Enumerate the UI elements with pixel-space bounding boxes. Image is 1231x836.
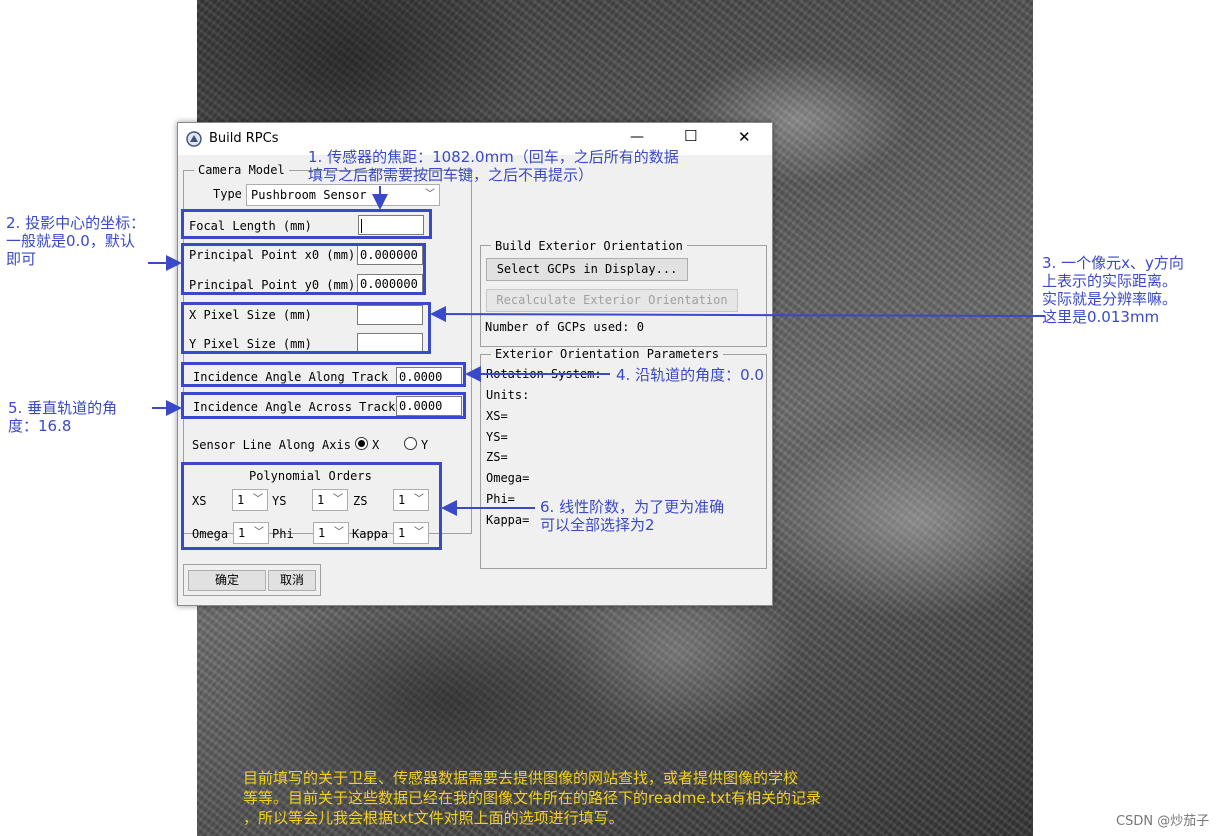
footer-note-line1: 目前填写的关于卫星、传感器数据需要去提供图像的网站查找，或者提供图像的学校 — [243, 769, 799, 787]
watermark: CSDN @炒茄子 — [1116, 814, 1210, 829]
annotation-1: 1. 传感器的焦距：1082.0mm（回车，之后所有的数据 填写之后都需要按回车… — [308, 148, 679, 184]
annotation-6: 6. 线性阶数，为了更为准确 可以全部选择为2 — [540, 498, 724, 534]
annotation-3-line1: 3. 一个像元x、y方向 — [1042, 254, 1184, 272]
annotation-5: 5. 垂直轨道的角 度：16.8 — [8, 399, 117, 435]
annotation-2-line2: 一般就是0.0，默认 — [6, 232, 135, 250]
annotation-6-line1: 6. 线性阶数，为了更为准确 — [540, 498, 725, 516]
annotation-arrows — [148, 186, 1046, 516]
annotation-3: 3. 一个像元x、y方向 上表示的实际距离。 实际就是分辨率嘛。 这里是0.01… — [1042, 254, 1184, 326]
annotation-4: 4. 沿轨道的角度：0.0 — [616, 366, 764, 384]
annotation-3-line4: 这里是0.013mm — [1042, 308, 1160, 326]
annotation-3-line2: 上表示的实际距离。 — [1042, 272, 1178, 290]
arrow-pixel — [430, 306, 1046, 323]
annotation-6-line2: 可以全部选择为2 — [540, 516, 655, 534]
annotation-3-line3: 实际就是分辨率嘛。 — [1042, 290, 1178, 308]
annotation-5-line1: 5. 垂直轨道的角 — [8, 399, 118, 417]
annotation-5-line2: 度：16.8 — [8, 417, 72, 435]
annotation-2-line3: 即可 — [6, 250, 37, 268]
annotation-1-line1: 1. 传感器的焦距：1082.0mm（回车，之后所有的数据 — [308, 148, 679, 166]
footer-note-line3: ，所以等会儿我会根据txt文件对照上面的选项进行填写。 — [243, 809, 624, 827]
footer-note-line2: 等等。目前关于这些数据已经在我的图像文件所在的路径下的readme.txt有相关… — [243, 789, 822, 807]
annotation-1-line2: 填写之后都需要按回车键，之后不再提示） — [308, 166, 594, 184]
footer-note: 目前填写的关于卫星、传感器数据需要去提供图像的网站查找，或者提供图像的学校 等等… — [243, 768, 821, 828]
annotation-2-line1: 2. 投影中心的坐标： — [6, 214, 146, 232]
annotation-2: 2. 投影中心的坐标： 一般就是0.0，默认 即可 — [6, 214, 145, 268]
